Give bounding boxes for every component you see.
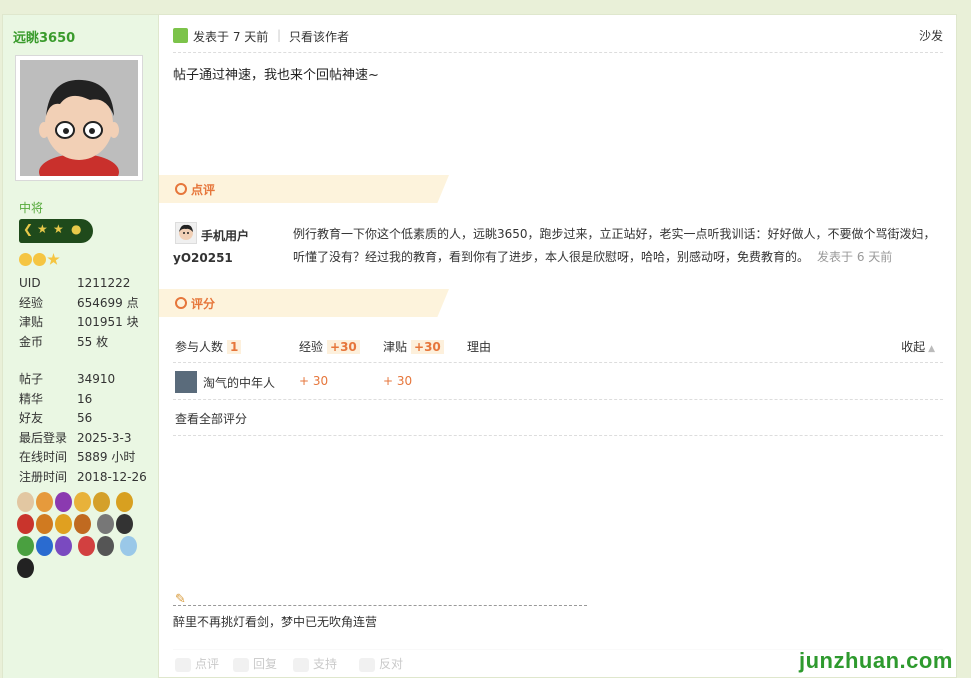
comment-text: 例行教育一下你这个低素质的人，远眺3650，跑步过来，立正站好，老实一点听我训话… [293, 223, 945, 269]
medal-icon[interactable] [36, 492, 53, 512]
post-frame: 远眺3650 中将 ❮ ★ ★ ● UID 1211222 经验 654699 … [2, 14, 957, 678]
medal-icon[interactable] [115, 492, 133, 512]
rank-insignia-icon: ❮ ★ ★ ● [19, 219, 93, 243]
stat-friends: 好友 56 [19, 411, 93, 425]
medal-icon[interactable] [55, 536, 72, 556]
rating-table-header: 参与人数 1 经验 +30 津贴 +30 理由 收起 ▲ [173, 331, 943, 363]
author-username[interactable]: 远眺3650 [13, 27, 75, 46]
smiley-icon [33, 253, 46, 266]
post-content: 帖子通过神速，我也来个回帖神速~ [173, 68, 379, 83]
comment-time: 发表于 6 天前 [817, 250, 893, 264]
stat-posts: 帖子 34910 [19, 372, 116, 386]
comment-section-label: 点评 [191, 183, 216, 197]
medal-icon[interactable] [96, 514, 114, 534]
medal-icon[interactable] [17, 536, 34, 556]
floor-number[interactable]: 沙发 [919, 27, 943, 44]
rating-section-label: 评分 [191, 297, 216, 311]
view-all-ratings-link[interactable]: 查看全部评分 [175, 410, 247, 427]
reply-action-button[interactable]: 回复 [233, 655, 277, 672]
thumb-down-icon [359, 657, 375, 672]
watermark: junzhuan.com [799, 648, 953, 673]
separator: | [277, 28, 282, 42]
rating-row: 淘气的中年人 + 30 + 30 [173, 363, 943, 400]
reply-icon [233, 657, 249, 672]
avatar-cartoon-icon [179, 224, 193, 240]
medal-icon[interactable] [96, 536, 114, 556]
reason-label: 理由 [467, 340, 492, 354]
only-author-link[interactable]: 只看该作者 [289, 28, 349, 45]
coin-label: 津贴 [383, 340, 408, 354]
stat-uid: UID 1211222 [19, 276, 131, 290]
oppose-action-button[interactable]: 反对 [359, 655, 403, 672]
caret-up-icon: ▲ [928, 344, 935, 354]
author-avatar[interactable] [15, 55, 143, 181]
support-action-button[interactable]: 支持 [293, 655, 337, 672]
pencil-icon: ✎ [175, 592, 186, 607]
stat-register-time: 注册时间 2018-12-26 [19, 469, 147, 484]
stat-digest: 精华 16 [19, 391, 93, 406]
medal-icon[interactable] [115, 514, 133, 534]
thumb-up-icon [293, 657, 309, 672]
star-icon [47, 253, 60, 265]
circle-icon [175, 297, 187, 309]
participants-count: 1 [227, 340, 242, 354]
collapse-button[interactable]: 收起 ▲ [901, 338, 935, 355]
medal-icon[interactable] [55, 492, 72, 512]
author-sidebar: 远眺3650 中将 ❮ ★ ★ ● UID 1211222 经验 654699 … [3, 15, 159, 678]
stat-allowance: 津贴 101951 块 [19, 315, 139, 329]
commenter-name[interactable]: 手机用户 [201, 227, 249, 244]
signature-text: 醉里不再挑灯看剑，梦中已无吹角连营 [173, 615, 378, 629]
medal-icon[interactable] [17, 558, 34, 578]
medal-icon[interactable] [93, 492, 110, 512]
author-stats: UID 1211222 经验 654699 点 津贴 101951 块 金币 55 枚 … [19, 274, 155, 487]
exp-label: 经验 [299, 340, 324, 354]
collapse-label: 收起 [901, 340, 926, 354]
commenter-name-line2[interactable]: yO20251 [173, 251, 233, 265]
stat-coins: 金币 55 枚 [19, 334, 109, 349]
online-status-icon [173, 28, 188, 43]
medal-icon[interactable] [17, 514, 34, 534]
rater-coin: + 30 [383, 374, 413, 388]
comment-section-header: 点评 [159, 175, 449, 203]
level-smiley-icons [19, 252, 61, 266]
commenter-avatar[interactable] [175, 222, 197, 244]
medal-icon[interactable] [55, 514, 72, 534]
participants-label: 参与人数 [175, 340, 224, 354]
smiley-icon [19, 253, 32, 266]
rater-name[interactable]: 淘气的中年人 [203, 374, 275, 391]
medal-icon[interactable] [74, 514, 91, 534]
stat-exp: 经验 654699 点 [19, 295, 139, 310]
medal-icon[interactable] [119, 536, 137, 556]
coin-total: +30 [411, 340, 444, 354]
medal-icon[interactable] [17, 492, 34, 512]
medal-icon[interactable] [77, 536, 95, 556]
rater-avatar[interactable] [175, 371, 197, 393]
medal-list [17, 491, 147, 579]
comment-action-button[interactable]: 点评 [175, 655, 219, 672]
stat-online-time: 在线时间 5889 小时 [19, 450, 136, 464]
post-main: 发表于 7 天前 | 只看该作者 沙发 帖子通过神速，我也来个回帖神速~ 点评 … [159, 15, 957, 678]
exp-total: +30 [327, 340, 360, 354]
stat-last-login: 最后登录 2025-3-3 [19, 430, 132, 445]
medal-icon[interactable] [74, 492, 91, 512]
view-all-ratings-row: 查看全部评分 [173, 400, 943, 436]
signature-divider [173, 605, 587, 606]
medal-icon[interactable] [36, 536, 53, 556]
rater-exp: + 30 [299, 374, 329, 388]
post-time: 发表于 7 天前 [193, 30, 269, 44]
medal-icon[interactable] [36, 514, 53, 534]
comment-icon [175, 657, 191, 672]
post-meta-bar: 发表于 7 天前 | 只看该作者 沙发 [173, 25, 943, 53]
rating-section-header: 评分 [159, 289, 449, 317]
author-rank: 中将 [19, 201, 44, 215]
circle-icon [175, 183, 187, 195]
avatar-cartoon-icon [20, 60, 138, 176]
